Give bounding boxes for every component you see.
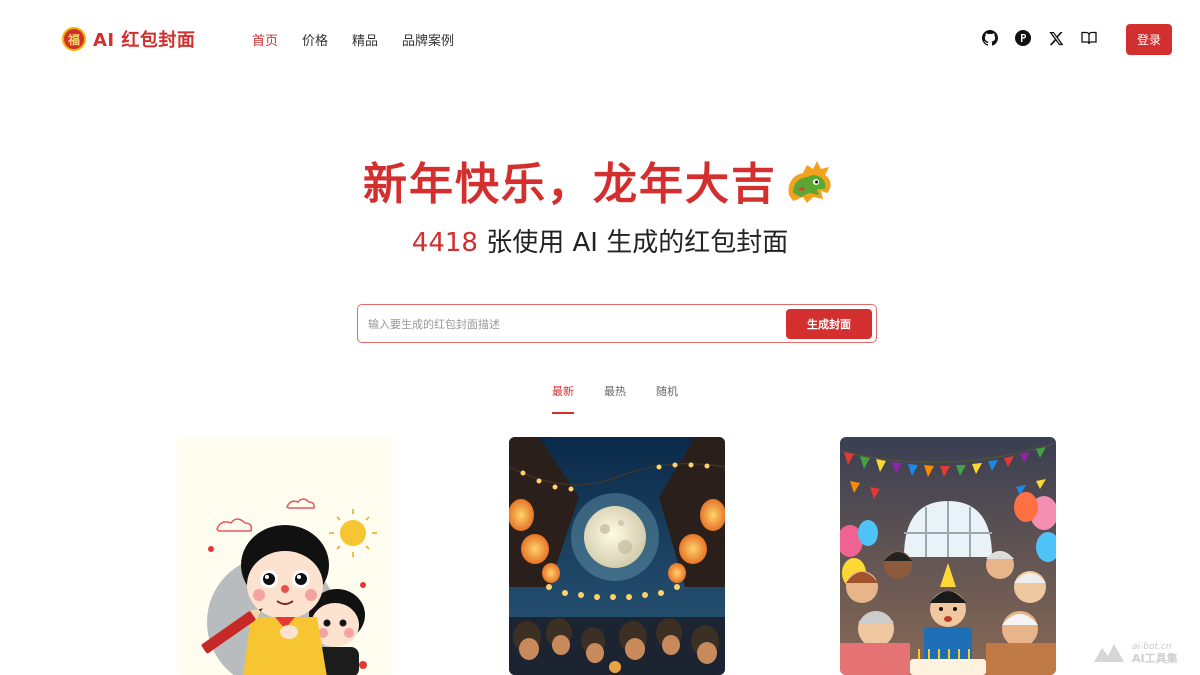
github-icon[interactable] (980, 28, 1000, 48)
tab-hottest[interactable]: 最热 (604, 383, 626, 414)
logo-badge-icon: 福 (62, 27, 86, 51)
cover-card[interactable] (509, 437, 725, 675)
producthunt-icon[interactable] (1013, 28, 1033, 48)
nav-pricing[interactable]: 价格 (302, 30, 328, 49)
tab-latest[interactable]: 最新 (552, 383, 574, 414)
book-icon[interactable] (1079, 28, 1099, 48)
watermark-logo-icon (1094, 644, 1124, 662)
logo-text: AI 红包封面 (93, 30, 196, 51)
nav-home[interactable]: 首页 (252, 30, 278, 49)
hero-title: 新年快乐，龙年大吉 (363, 159, 777, 210)
dragon-icon (788, 161, 831, 203)
watermark: ai-bot.cn AI工具集 (1092, 641, 1178, 665)
x-icon[interactable] (1046, 28, 1066, 48)
site-header: 福 AI 红包封面 首页 价格 精品 品牌案例 登录 (0, 0, 1200, 78)
hero-subtitle: 4418 张使用 AI 生成的红包封面 (0, 222, 1200, 259)
site-logo[interactable]: 福 AI 红包封面 (62, 26, 195, 52)
cover-image-lantern-night (509, 437, 725, 675)
cover-count: 4418 (411, 228, 478, 258)
hero-title-row: 新年快乐，龙年大吉 (0, 148, 1200, 212)
cover-image-birthday-party (840, 437, 1056, 675)
main-nav: 首页 价格 精品 品牌案例 (252, 30, 478, 49)
sort-tabs: 最新 最热 随机 (552, 383, 708, 414)
header-icons (980, 28, 1112, 48)
subtitle-text: 张使用 AI 生成的红包封面 (477, 228, 789, 258)
cover-image-cartoon-kids (177, 437, 393, 675)
tab-random[interactable]: 随机 (656, 383, 678, 414)
nav-featured[interactable]: 精品 (352, 30, 378, 49)
search-input[interactable] (368, 313, 778, 335)
generate-cover-button[interactable]: 生成封面 (786, 309, 872, 339)
cover-card[interactable] (840, 437, 1056, 675)
login-button[interactable]: 登录 (1126, 24, 1172, 55)
search-box: 生成封面 (357, 304, 877, 343)
watermark-brand: AI工具集 (1132, 652, 1178, 665)
cover-card[interactable] (177, 437, 393, 675)
nav-brand-cases[interactable]: 品牌案例 (402, 30, 454, 49)
